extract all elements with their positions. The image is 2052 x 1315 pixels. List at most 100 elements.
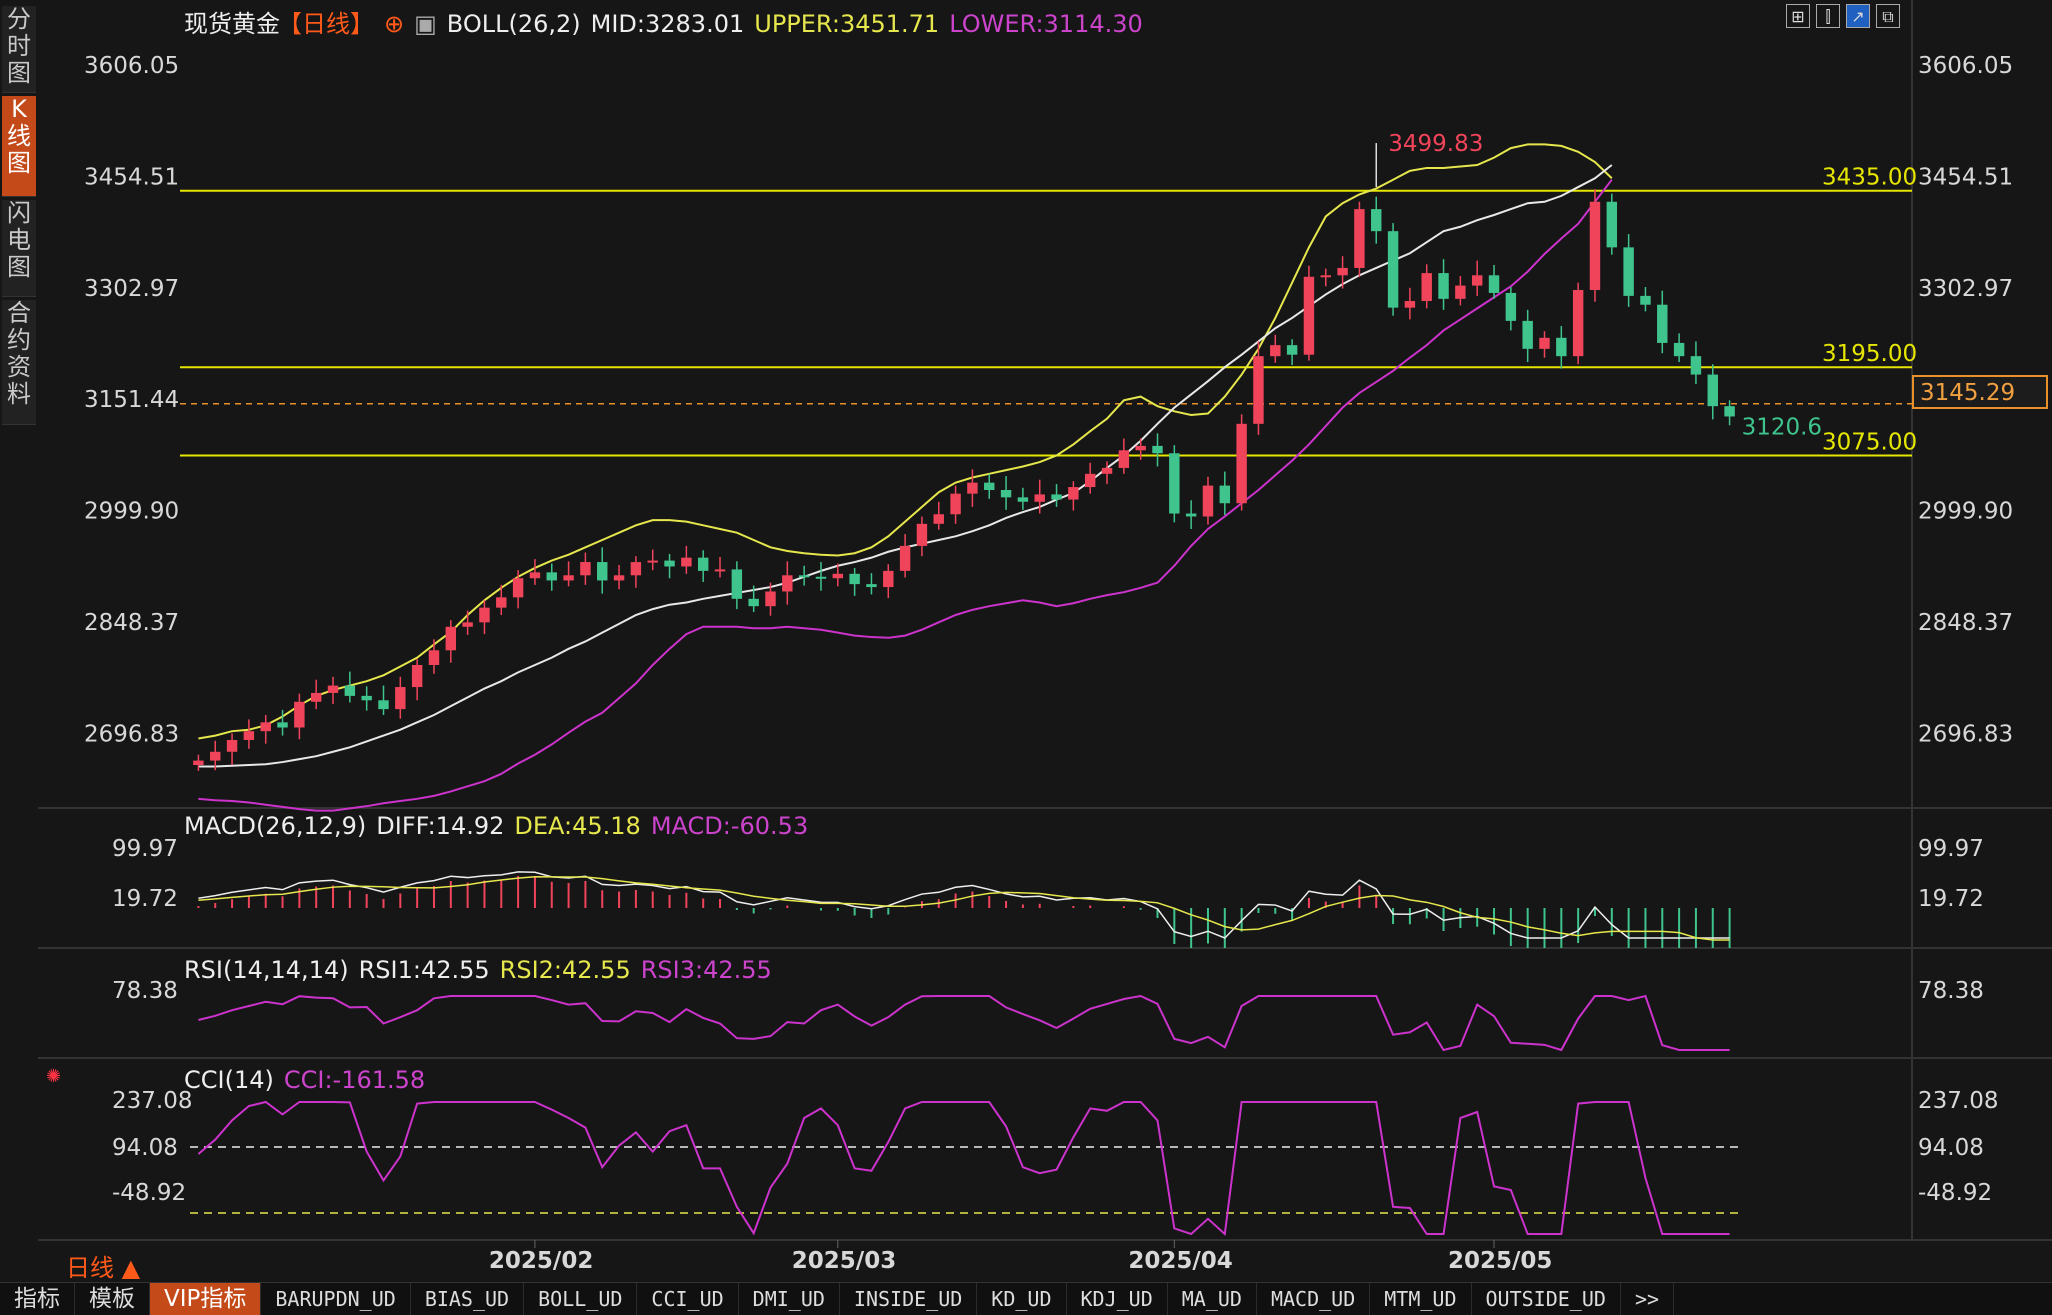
price-axis-left-label: 2999.90 xyxy=(84,499,179,525)
rsi-axis-label: 78.38 xyxy=(112,978,178,1004)
candle-body xyxy=(1690,356,1702,375)
candle-body xyxy=(1337,267,1348,276)
cci-axis-label-right: -48.92 xyxy=(1918,1180,1992,1206)
candle-body xyxy=(1084,473,1096,488)
candle-body xyxy=(1640,295,1651,305)
candle-body xyxy=(512,578,524,598)
bottom-tab-11[interactable]: MA_UD xyxy=(1168,1283,1257,1315)
rsi-line xyxy=(198,994,1730,1052)
x-axis-label: 2025/04 xyxy=(1128,1248,1232,1274)
candle-body xyxy=(1455,285,1466,299)
candle-body xyxy=(597,562,608,581)
cci-line xyxy=(197,1100,1730,1237)
macd-diff-line xyxy=(198,871,1730,939)
last-price-tag: 3145.29 xyxy=(1912,375,2048,409)
candle-body xyxy=(210,751,221,761)
candle-body xyxy=(580,562,591,576)
candle-body xyxy=(1606,201,1618,248)
candle-body xyxy=(1169,453,1180,514)
candle-body xyxy=(664,560,675,567)
candle-body xyxy=(697,557,709,571)
candle-body xyxy=(1522,320,1533,349)
candle-body xyxy=(1152,445,1163,454)
cci-axis-label: 237.08 xyxy=(112,1088,192,1114)
price-axis-right-label: 2848.37 xyxy=(1918,610,2013,636)
bottom-tab-12[interactable]: MACD_UD xyxy=(1257,1283,1371,1315)
macd-axis-label-right: 99.97 xyxy=(1918,836,1984,862)
candle-body xyxy=(849,573,860,585)
hline-label: 3435.00 xyxy=(1822,165,1917,191)
candle-body xyxy=(765,591,776,607)
candle-body xyxy=(984,482,995,490)
candle-body xyxy=(714,569,726,572)
candle-body xyxy=(1118,450,1130,468)
candle-body xyxy=(529,572,541,579)
candle-body xyxy=(916,523,928,546)
high-annotation: 3499.83 xyxy=(1388,131,1483,157)
candle-body xyxy=(1556,337,1567,357)
hline-label: 3075.00 xyxy=(1822,429,1917,455)
candle-body xyxy=(1404,301,1416,308)
boll-upper-line xyxy=(198,143,1613,740)
price-axis-left-label: 3151.44 xyxy=(84,387,179,413)
bottom-tab-6[interactable]: CCI_UD xyxy=(637,1283,739,1315)
candle-body xyxy=(933,514,944,524)
price-axis-right-label: 2999.90 xyxy=(1918,499,2013,525)
candle-body xyxy=(378,700,389,710)
boll-mid-line xyxy=(198,164,1613,768)
bottom-tab-9[interactable]: KD_UD xyxy=(977,1283,1067,1315)
candle-body xyxy=(226,740,238,752)
bottom-tab-7[interactable]: DMI_UD xyxy=(739,1283,840,1315)
target-icon: ✺ xyxy=(46,1066,61,1087)
candle-body xyxy=(1539,337,1550,349)
candle-body xyxy=(1572,290,1584,357)
candle-body xyxy=(967,482,978,494)
candle-body xyxy=(428,650,440,665)
candle-body xyxy=(445,626,457,651)
triangle-up-icon: ▲ xyxy=(121,1254,141,1282)
candle-body xyxy=(899,545,911,571)
indicator-tab-bar: 指标 模板 VIP指标 BARUPDN_UD BIAS_UD BOLL_UD CCI_UD D… xyxy=(0,1282,2052,1315)
candle-body xyxy=(832,573,844,579)
candle-body xyxy=(1589,201,1601,290)
bottom-tab-0[interactable]: 指标 xyxy=(0,1283,75,1315)
price-axis-right-label: 3606.05 xyxy=(1918,53,2013,79)
candle-body xyxy=(1034,494,1045,502)
candle-body xyxy=(950,493,961,515)
candle-body xyxy=(1303,276,1315,355)
period-selector[interactable]: 日线 ▲ xyxy=(66,1248,140,1283)
bottom-tab-13[interactable]: MTM_UD xyxy=(1370,1283,1472,1315)
candle-body xyxy=(1421,273,1432,302)
price-axis-right-label: 3454.51 xyxy=(1918,164,2013,190)
cci-axis-label: -48.92 xyxy=(112,1180,186,1206)
bottom-tab-8[interactable]: INSIDE_UD xyxy=(840,1283,978,1315)
candle-body xyxy=(798,575,810,578)
candle-body xyxy=(1101,467,1113,474)
bottom-tab-10[interactable]: KDJ_UD xyxy=(1067,1283,1168,1315)
candle-body xyxy=(479,607,490,623)
candle-body xyxy=(630,562,642,576)
candle-body xyxy=(883,570,894,588)
candle-body xyxy=(866,584,877,588)
candle-body xyxy=(613,575,625,581)
bottom-tab-3[interactable]: BARUPDN_UD xyxy=(261,1283,411,1315)
bottom-tab-15[interactable]: >> xyxy=(1621,1283,1675,1315)
candle-body xyxy=(563,575,574,581)
bottom-tab-1[interactable]: 模板 xyxy=(75,1283,150,1315)
candle-body xyxy=(1185,513,1197,517)
candle-body xyxy=(1000,490,1012,498)
x-axis-label: 2025/03 xyxy=(792,1248,896,1274)
bottom-tab-4[interactable]: BIAS_UD xyxy=(411,1283,525,1315)
candle-body xyxy=(1623,247,1634,296)
price-axis-left-label: 3302.97 xyxy=(84,276,179,302)
x-axis-label: 2025/02 xyxy=(489,1248,593,1274)
bottom-tab-14[interactable]: OUTSIDE_UD xyxy=(1472,1283,1621,1315)
candle-body xyxy=(260,722,271,732)
candle-body xyxy=(1657,304,1668,343)
price-axis-left-label: 2848.37 xyxy=(84,610,179,636)
candle-body xyxy=(731,569,743,599)
price-axis-left-label: 2696.83 xyxy=(84,722,179,748)
bottom-tab-2[interactable]: VIP指标 xyxy=(150,1283,262,1315)
kline-chart[interactable]: 3606.05 3606.05 3454.51 3454.51 3302.97 3302.… xyxy=(0,0,2052,1282)
bottom-tab-5[interactable]: BOLL_UD xyxy=(524,1283,638,1315)
